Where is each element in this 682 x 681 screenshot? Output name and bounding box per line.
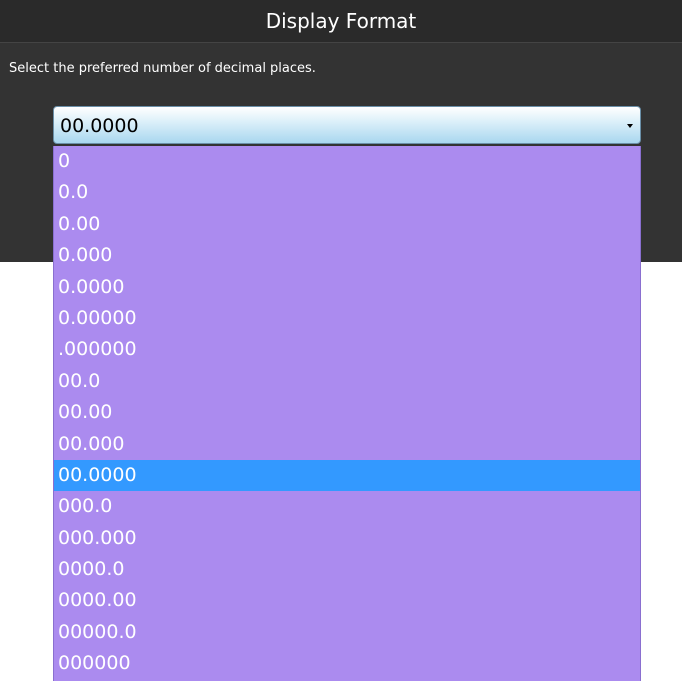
chevron-down-icon (627, 124, 633, 128)
option-dot-000000[interactable]: .000000 (54, 334, 640, 365)
instruction-text: Select the preferred number of decimal p… (9, 61, 316, 76)
select-current-value: 00.0000 (60, 115, 139, 137)
option-00000-0[interactable]: 00000.0 (54, 617, 640, 648)
option-00-0000[interactable]: 00.0000 (54, 459, 640, 492)
decimal-places-options-list: 0 0.0 0.00 0.000 0.0000 0.00000 .000000 … (53, 146, 641, 681)
option-0000-0[interactable]: 0000.0 (54, 554, 640, 585)
option-0-00000[interactable]: 0.00000 (54, 303, 640, 334)
dialog-title: Display Format (0, 0, 682, 43)
option-0-0000[interactable]: 0.0000 (54, 272, 640, 303)
option-0-0[interactable]: 0.0 (54, 177, 640, 208)
option-00-0[interactable]: 00.0 (54, 366, 640, 397)
option-0000-00[interactable]: 0000.00 (54, 585, 640, 616)
decimal-places-select[interactable]: 00.0000 (53, 106, 641, 144)
option-0-00[interactable]: 0.00 (54, 209, 640, 240)
option-00-00[interactable]: 00.00 (54, 397, 640, 428)
option-0-000[interactable]: 0.000 (54, 240, 640, 271)
option-000-000[interactable]: 000.000 (54, 523, 640, 554)
option-00-000[interactable]: 00.000 (54, 429, 640, 460)
option-000000[interactable]: 000000 (54, 648, 640, 679)
option-0[interactable]: 0 (54, 146, 640, 177)
option-000-0[interactable]: 000.0 (54, 491, 640, 522)
